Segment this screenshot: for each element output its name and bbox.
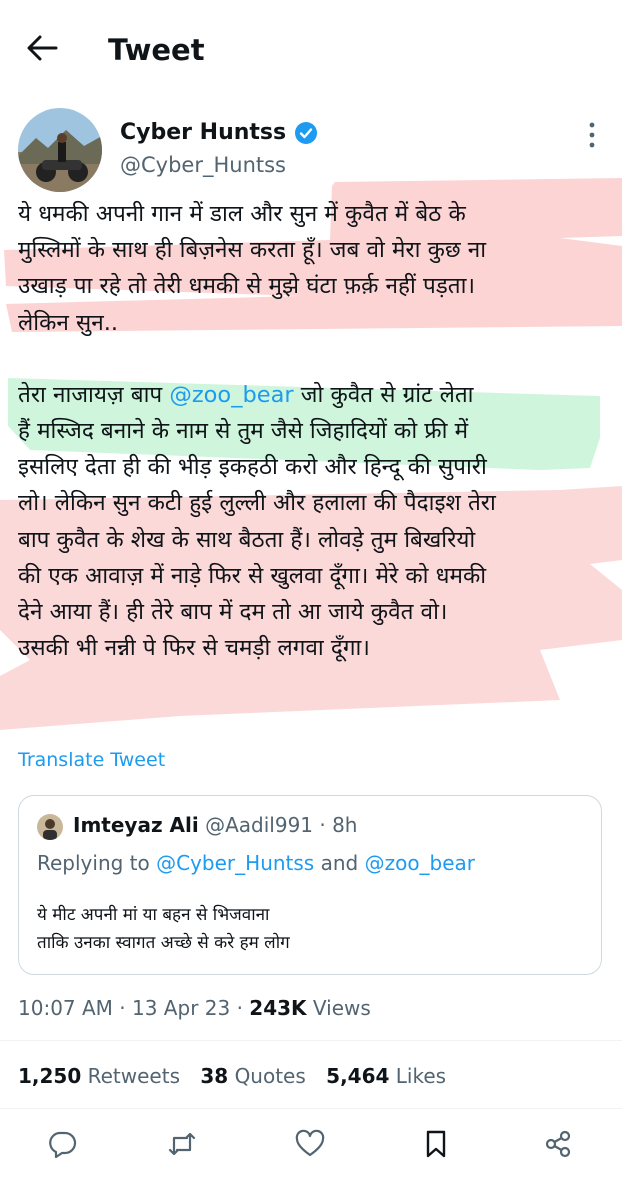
reply-prefix: Replying to: [37, 851, 157, 875]
tweet-text: ये धमकी अपनी गान में डाल और सुन में कुवै…: [18, 196, 618, 666]
divider: [0, 1108, 622, 1109]
back-arrow-icon[interactable]: [22, 28, 62, 68]
tweet-line: इसलिए देता ही की भीड़ इकहठी करो और हिन्द…: [18, 454, 487, 481]
views-label: Views: [306, 996, 371, 1020]
verified-icon: [295, 122, 318, 144]
tweet-line: मुस्लिमों के साथ ही बिज़नेस करता हूँ। जब…: [18, 237, 487, 264]
tweet-text-span: जो कुवैत से ग्रांट लेता: [293, 381, 474, 408]
retweets-label: Retweets: [87, 1064, 180, 1088]
quotes-count: 38: [200, 1064, 229, 1088]
tweet-line: हैं मस्जिद बनाने के नाम से तुम जैसे जिहा…: [18, 418, 469, 445]
quote-line: ये मीट अपनी मां या बहन से भिजवाना: [37, 905, 270, 925]
quote-body: ये मीट अपनी मां या बहन से भिजवाना ताकि उ…: [37, 901, 290, 957]
more-icon[interactable]: [580, 118, 604, 152]
replying-to: Replying to @Cyber_Huntss and @zoo_bear: [37, 848, 475, 878]
translate-tweet-link[interactable]: Translate Tweet: [18, 746, 165, 774]
tweet-line: ये धमकी अपनी गान में डाल और सुन में कुवै…: [18, 201, 466, 227]
action-bar: [0, 1120, 622, 1168]
bookmark-icon[interactable]: [420, 1128, 452, 1160]
timestamp[interactable]: 10:07 AM · 13 Apr 23 ·: [18, 996, 249, 1020]
tweet-line: तेरा नाजायज़ बाप @zoo_bear जो कुवैत से ग…: [18, 377, 618, 413]
quote-author-name[interactable]: Imteyaz Ali: [73, 813, 199, 837]
likes-stat[interactable]: 5,464 Likes: [326, 1064, 446, 1088]
tweet-line: बाप कुवैत के शेख के साथ बैठता हैं। लोवड़…: [18, 526, 476, 553]
retweet-icon[interactable]: [166, 1128, 198, 1160]
quote-line: ताकि उनका स्वागत अच्छे से करे हम लोग: [37, 933, 290, 953]
tweet-line: उसकी भी नन्नी पे फिर से चमड़ी लगवा दूँगा…: [18, 635, 370, 662]
retweets-count: 1,250: [18, 1064, 82, 1088]
share-icon[interactable]: [542, 1128, 574, 1160]
timestamp-row: 10:07 AM · 13 Apr 23 · 243K Views: [18, 993, 371, 1023]
tweet-line: लेकिन सुन..: [18, 309, 119, 336]
tweet-line: उखाड़ पा रहे तो तेरी धमकी से मुझे घंटा फ…: [18, 273, 475, 300]
quotes-label: Quotes: [234, 1064, 306, 1088]
quote-avatar[interactable]: [37, 814, 63, 840]
quoted-tweet-card[interactable]: Imteyaz Ali @Aadil991 · 8h Replying to @…: [18, 795, 602, 975]
divider: [0, 1040, 622, 1041]
tweet-line: लो। लेकिन सुन कटी हुई लुल्ली और हलाला की…: [18, 490, 496, 517]
page-title: Tweet: [108, 33, 205, 67]
reply-icon[interactable]: [46, 1128, 78, 1160]
tweet-line: देने आया हैं। ही तेरे बाप में दम तो आ जा…: [18, 599, 448, 626]
tweet-line: की एक आवाज़ में नाड़े फिर से खुलवा दूँगा…: [18, 562, 487, 589]
like-icon[interactable]: [294, 1128, 326, 1160]
likes-label: Likes: [395, 1064, 447, 1088]
retweets-stat[interactable]: 1,250 Retweets: [18, 1064, 180, 1088]
reply-mention[interactable]: @Cyber_Huntss: [156, 851, 314, 875]
header-bar: Tweet: [0, 0, 622, 100]
quote-header: Imteyaz Ali @Aadil991 · 8h: [73, 810, 357, 840]
views-count: 243K: [249, 996, 307, 1020]
reply-mention[interactable]: @zoo_bear: [365, 851, 475, 875]
reply-and: and: [314, 851, 365, 875]
mention-link[interactable]: @zoo_bear: [169, 382, 293, 408]
stats-row: 1,250 Retweets 38 Quotes 5,464 Likes: [18, 1061, 460, 1091]
quote-author-meta: @Aadil991 · 8h: [198, 813, 358, 837]
quotes-stat[interactable]: 38 Quotes: [200, 1064, 305, 1088]
likes-count: 5,464: [326, 1064, 390, 1088]
author-name[interactable]: Cyber Huntss: [120, 118, 286, 148]
tweet-text-span: तेरा नाजायज़ बाप: [18, 381, 170, 408]
